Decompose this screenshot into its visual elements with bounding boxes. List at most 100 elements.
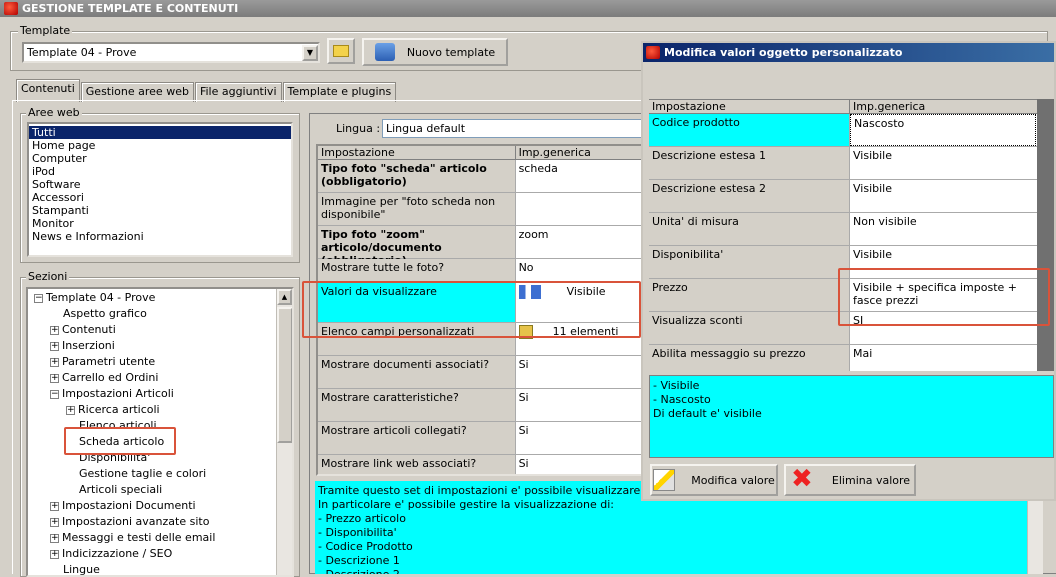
aree-web-item[interactable]: Monitor xyxy=(29,217,291,230)
modal-col-impostazione[interactable]: Impostazione xyxy=(649,100,850,113)
aree-web-item[interactable]: Home page xyxy=(29,139,291,152)
expand-icon[interactable]: + xyxy=(50,341,59,351)
aree-web-item[interactable]: News e Informazioni xyxy=(29,230,291,243)
aree-web-item[interactable]: Software xyxy=(29,178,291,191)
modal-row-value[interactable]: Visibile xyxy=(850,180,1036,212)
tree-node-label: Gestione taglie e colori xyxy=(79,467,207,480)
expand-icon[interactable]: + xyxy=(50,533,59,543)
setting-value[interactable]: No xyxy=(515,259,646,282)
template-select-value: Template 04 - Prove xyxy=(27,46,137,59)
delete-value-button[interactable]: ✖ Elimina valore xyxy=(784,464,916,496)
folder-icon xyxy=(333,45,349,57)
tree-node[interactable]: Lingue xyxy=(28,562,278,576)
modal-title: Modifica valori oggetto personalizzato xyxy=(664,46,903,59)
edit-value-button[interactable]: Modifica valore xyxy=(650,464,778,496)
setting-row[interactable]: Tipo foto "zoom" articolo/documento (obb… xyxy=(318,226,646,267)
modal-row[interactable]: Codice prodotto Nascosto xyxy=(649,114,1039,147)
modal-row-value[interactable]: Visibile xyxy=(850,147,1036,179)
modal-row[interactable]: Abilita messaggio su prezzo Mai xyxy=(649,345,1039,371)
tab-file-aggiuntivi[interactable]: File aggiuntivi xyxy=(194,82,282,102)
setting-value[interactable]: scheda xyxy=(515,160,646,192)
aree-web-item[interactable]: Accessori xyxy=(29,191,291,204)
col-imp-generica[interactable]: Imp.generica xyxy=(516,146,646,159)
tree-node-label: Lingue xyxy=(63,563,100,576)
tab-contenuti[interactable]: Contenuti xyxy=(16,79,80,102)
tab-template-plugins[interactable]: Template e plugins xyxy=(282,82,397,102)
open-folder-button[interactable] xyxy=(327,38,355,64)
expand-icon[interactable]: + xyxy=(50,373,59,383)
modal-grid-header: Impostazione Imp.generica xyxy=(649,100,1039,114)
modal-row-value[interactable]: Nascosto xyxy=(850,114,1036,146)
tree-node[interactable]: − Impostazioni Articoli xyxy=(28,386,278,402)
modal-row[interactable]: Descrizione estesa 1 Visibile xyxy=(649,147,1039,180)
setting-value[interactable]: Si xyxy=(515,455,646,474)
scroll-thumb[interactable] xyxy=(277,307,292,443)
modal-row[interactable]: Descrizione estesa 2 Visibile xyxy=(649,180,1039,213)
scroll-up-button[interactable]: ▲ xyxy=(277,289,292,305)
setting-value[interactable]: Si xyxy=(515,356,646,388)
tree-node[interactable]: + Indicizzazione / SEO xyxy=(28,546,278,562)
tree-node[interactable]: Gestione taglie e colori xyxy=(28,466,278,482)
setting-row[interactable]: Mostrare link web associati? Si xyxy=(318,455,646,474)
tree-node[interactable]: Articoli speciali xyxy=(28,482,278,498)
setting-row[interactable]: Mostrare caratteristiche? Si xyxy=(318,389,646,422)
setting-row[interactable]: Mostrare documenti associati? Si xyxy=(318,356,646,389)
setting-name: Mostrare documenti associati? xyxy=(318,356,516,388)
tree-node[interactable]: + Carrello ed Ordini xyxy=(28,370,278,386)
expand-icon[interactable]: + xyxy=(50,549,59,559)
aree-web-list[interactable]: Tutti Home page Computer iPod Software Access… xyxy=(27,122,293,257)
aree-web-item[interactable]: Computer xyxy=(29,152,291,165)
modal-row[interactable]: Unita' di misura Non visibile xyxy=(649,213,1039,246)
modal-row-name: Descrizione estesa 1 xyxy=(649,147,850,179)
setting-value[interactable]: Si xyxy=(515,422,646,454)
new-template-button[interactable]: Nuovo template xyxy=(362,38,508,66)
tree-node-label: Ricerca articoli xyxy=(78,403,160,416)
collapse-icon[interactable]: − xyxy=(50,389,59,399)
setting-row[interactable]: Immagine per "foto scheda non disponibil… xyxy=(318,193,646,226)
tab-gestione-aree-web[interactable]: Gestione aree web xyxy=(80,82,194,102)
tree-node[interactable]: + Inserzioni xyxy=(28,338,278,354)
modal-row-value[interactable]: Non visibile xyxy=(850,213,1036,245)
setting-value-text: scheda xyxy=(518,162,558,175)
info-line: - Nascosto xyxy=(653,393,711,406)
col-impostazione[interactable]: Impostazione xyxy=(318,146,516,159)
setting-value[interactable]: Si xyxy=(515,389,646,421)
aree-web-item[interactable]: Stampanti xyxy=(29,204,291,217)
tree-node[interactable]: − Template 04 - Prove xyxy=(28,290,278,306)
setting-row[interactable]: Tipo foto "scheda" articolo (obbligatori… xyxy=(318,160,646,193)
aree-web-item[interactable]: Tutti xyxy=(29,126,291,139)
setting-value-text: zoom xyxy=(518,228,549,241)
aree-web-item[interactable]: iPod xyxy=(29,165,291,178)
modal-row-value[interactable]: Mai xyxy=(850,345,1036,371)
tree-node-label: Impostazioni avanzate sito xyxy=(62,515,210,528)
tree-node[interactable]: + Ricerca articoli xyxy=(28,402,278,418)
sezioni-scrollbar[interactable]: ▲ xyxy=(276,289,292,575)
expand-icon[interactable]: + xyxy=(50,517,59,527)
modal-col-imp-generica[interactable]: Imp.generica xyxy=(850,100,1039,113)
tree-node[interactable]: + Messaggi e testi delle email xyxy=(28,530,278,546)
window-title: GESTIONE TEMPLATE E CONTENUTI xyxy=(22,2,239,15)
setting-value[interactable]: zoom xyxy=(515,226,646,258)
delete-value-label: Elimina valore xyxy=(831,473,911,487)
tree-node[interactable]: + Impostazioni avanzate sito xyxy=(28,514,278,530)
tree-node[interactable]: Aspetto grafico xyxy=(28,306,278,322)
info-line: Di default e' visibile xyxy=(653,407,762,420)
template-select[interactable]: Template 04 - Prove ▼ xyxy=(22,42,320,63)
setting-row[interactable]: Mostrare articoli collegati? Si xyxy=(318,422,646,455)
modal-grid-scrollbar[interactable] xyxy=(1037,99,1054,371)
tree-node[interactable]: + Impostazioni Documenti xyxy=(28,498,278,514)
setting-row[interactable]: Mostrare tutte le foto? No xyxy=(318,259,646,283)
expand-icon[interactable]: + xyxy=(50,325,59,335)
tree-node[interactable]: + Parametri utente xyxy=(28,354,278,370)
setting-value[interactable] xyxy=(515,193,646,225)
expand-icon[interactable]: + xyxy=(50,357,59,367)
lingua-select[interactable]: Lingua default xyxy=(382,119,642,138)
chevron-down-icon[interactable]: ▼ xyxy=(302,44,318,61)
app-icon xyxy=(4,2,18,15)
setting-value-text: No xyxy=(518,261,534,274)
tree-node[interactable]: + Contenuti xyxy=(28,322,278,338)
expand-icon[interactable]: + xyxy=(66,405,75,415)
collapse-icon[interactable]: − xyxy=(34,293,43,303)
expand-icon[interactable]: + xyxy=(50,501,59,511)
description-line: - Codice Prodotto xyxy=(318,540,413,553)
